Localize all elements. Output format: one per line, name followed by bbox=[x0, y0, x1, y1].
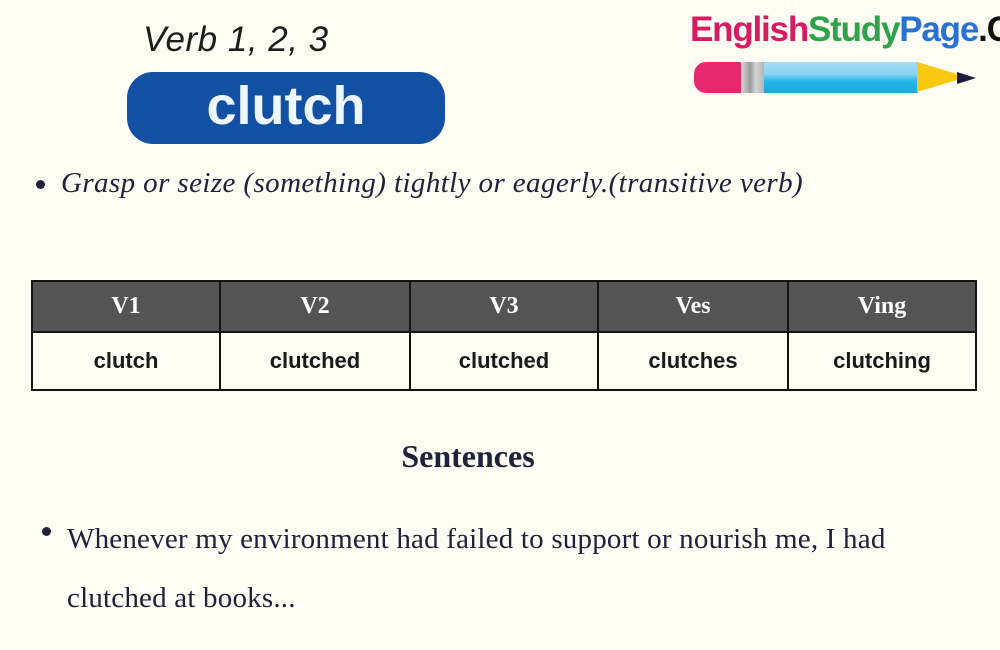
brand-part-study: Study bbox=[808, 10, 900, 49]
word-badge-label: clutch bbox=[206, 76, 366, 136]
brand-part-com: .Com bbox=[978, 10, 1000, 49]
cell-v1: clutch bbox=[31, 331, 221, 391]
sentence-text: Whenever my environment had failed to su… bbox=[67, 523, 886, 614]
list-item: Grasp or seize (something) tightly or ea… bbox=[36, 163, 966, 203]
brand-wordmark: EnglishStudyPage.Com bbox=[690, 8, 1000, 52]
word-badge: clutch bbox=[127, 72, 445, 144]
page-header: Verb 1, 2, 3 clutch EnglishStudyPage.Com bbox=[0, 0, 1000, 160]
column-header-v1: V1 bbox=[31, 280, 221, 333]
pencil-eraser-icon bbox=[694, 62, 742, 93]
column-header-v3: V3 bbox=[409, 280, 599, 333]
pencil-icon bbox=[694, 62, 982, 93]
pencil-lead-icon bbox=[957, 71, 976, 84]
conjugation-table: V1 V2 V3 Ves Ving clutch clutched clutch… bbox=[31, 280, 977, 391]
column-header-v2: V2 bbox=[219, 280, 411, 333]
page-kicker: Verb 1, 2, 3 bbox=[143, 20, 329, 59]
column-header-ving: Ving bbox=[787, 280, 977, 333]
brand-part-page: Page bbox=[899, 10, 979, 49]
definition-list: Grasp or seize (something) tightly or ea… bbox=[36, 163, 966, 203]
table-header-row: V1 V2 V3 Ves Ving bbox=[31, 280, 977, 333]
sentences-list: Whenever my environment had failed to su… bbox=[42, 510, 942, 628]
definition-text: Grasp or seize (something) tightly or ea… bbox=[61, 167, 804, 199]
cell-v3: clutched bbox=[409, 331, 599, 391]
bullet-icon bbox=[42, 527, 51, 536]
column-header-ves: Ves bbox=[597, 280, 789, 333]
cell-ving: clutching bbox=[787, 331, 977, 391]
pencil-body-icon bbox=[764, 62, 918, 93]
brand-part-english: English bbox=[690, 10, 809, 49]
cell-ves: clutches bbox=[597, 331, 789, 391]
sentences-heading: Sentences bbox=[401, 438, 535, 474]
pencil-ferrule-icon bbox=[741, 62, 765, 93]
brand-logo[interactable]: EnglishStudyPage.Com bbox=[690, 8, 1000, 100]
list-item: Whenever my environment had failed to su… bbox=[42, 510, 942, 628]
table-row: clutch clutched clutched clutches clutch… bbox=[31, 331, 977, 391]
bullet-icon bbox=[36, 180, 45, 189]
cell-v2: clutched bbox=[219, 331, 411, 391]
